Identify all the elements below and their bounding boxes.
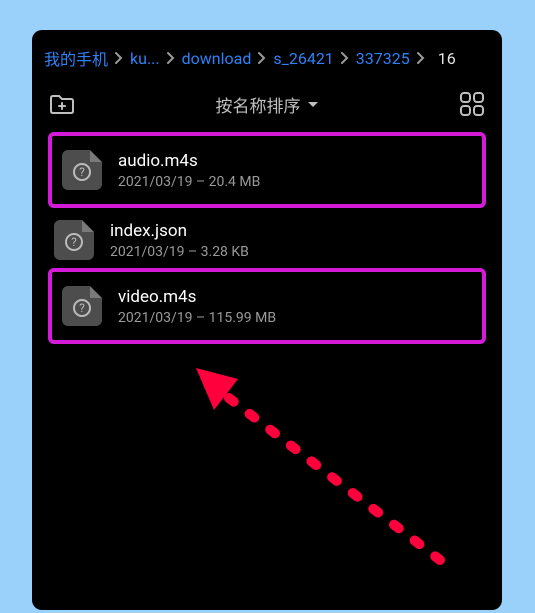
file-icon: ? [54, 220, 94, 260]
file-row-wrap: ? index.json 2021/03/19 – 3.28 KB [48, 212, 486, 268]
file-icon: ? [62, 150, 102, 190]
file-icon: ? [62, 286, 102, 326]
file-row[interactable]: ? index.json 2021/03/19 – 3.28 KB [48, 212, 486, 268]
file-info: audio.m4s 2021/03/19 – 20.4 MB [118, 150, 260, 190]
chevron-right-icon [166, 51, 176, 65]
chevron-right-icon [257, 51, 267, 65]
new-folder-button[interactable] [46, 90, 78, 118]
breadcrumb-current: 16 [438, 49, 456, 68]
file-list: ? audio.m4s 2021/03/19 – 20.4 MB? index.jso… [32, 124, 502, 356]
file-info: index.json 2021/03/19 – 3.28 KB [110, 220, 249, 260]
chevron-right-icon [340, 51, 350, 65]
file-meta: 2021/03/19 – 115.99 MB [118, 310, 276, 326]
highlight-box: ? audio.m4s 2021/03/19 – 20.4 MB [48, 132, 486, 208]
breadcrumb-item[interactable]: 我的手机 [44, 46, 108, 70]
breadcrumb-item[interactable]: 337325 [356, 49, 410, 68]
file-row[interactable]: ? audio.m4s 2021/03/19 – 20.4 MB [56, 142, 478, 198]
file-meta: 2021/03/19 – 20.4 MB [118, 174, 260, 190]
file-meta: 2021/03/19 – 3.28 KB [110, 244, 249, 260]
chevron-right-icon [114, 51, 124, 65]
file-name: audio.m4s [118, 150, 260, 172]
file-info: video.m4s 2021/03/19 – 115.99 MB [118, 286, 276, 326]
unknown-type-icon: ? [65, 233, 83, 251]
toolbar: 按名称排序 [32, 76, 502, 124]
file-name: video.m4s [118, 286, 276, 308]
unknown-type-icon: ? [73, 163, 91, 181]
chevron-right-icon [416, 51, 426, 65]
sort-label: 按名称排序 [216, 92, 301, 117]
unknown-type-icon: ? [73, 299, 91, 317]
grid-view-button[interactable] [456, 90, 488, 118]
breadcrumb: 我的手机 ku... download s_26421 337325 16 [32, 30, 502, 76]
file-row[interactable]: ? video.m4s 2021/03/19 – 115.99 MB [56, 278, 478, 334]
breadcrumb-item[interactable]: ku... [130, 49, 160, 68]
sort-button[interactable]: 按名称排序 [216, 92, 319, 117]
breadcrumb-item[interactable]: download [182, 49, 252, 68]
breadcrumb-item[interactable]: s_26421 [273, 49, 333, 68]
highlight-box: ? video.m4s 2021/03/19 – 115.99 MB [48, 268, 486, 344]
file-manager-window: 我的手机 ku... download s_26421 337325 16 [32, 30, 502, 610]
caret-down-icon [307, 94, 319, 114]
file-name: index.json [110, 220, 249, 242]
